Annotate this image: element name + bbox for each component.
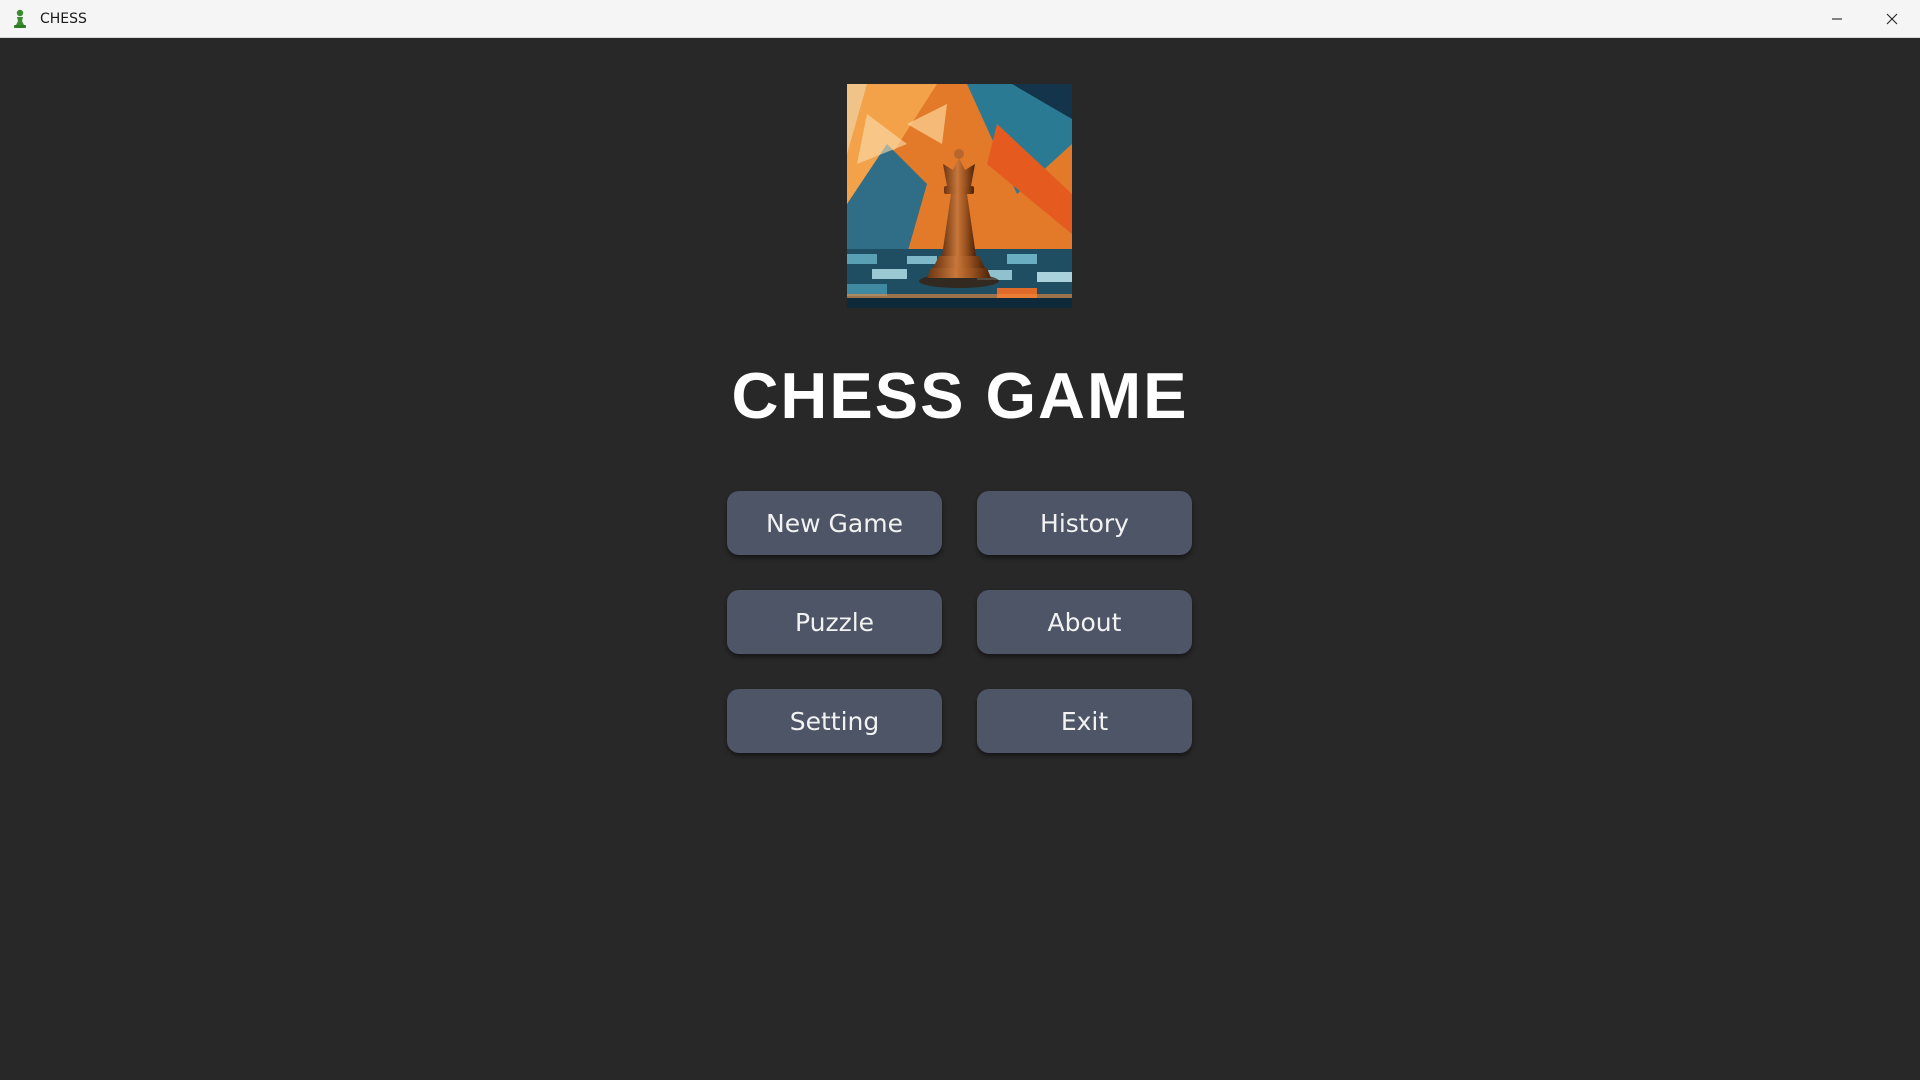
new-game-button[interactable]: New Game	[727, 491, 942, 555]
puzzle-button[interactable]: Puzzle	[727, 590, 942, 654]
window-title: CHESS	[40, 11, 87, 27]
close-icon	[1886, 10, 1898, 29]
about-button[interactable]: About	[977, 590, 1192, 654]
close-button[interactable]	[1864, 0, 1920, 38]
page-title: CHESS GAME	[731, 359, 1189, 432]
hero-image	[847, 84, 1072, 308]
minimize-icon	[1831, 10, 1843, 29]
history-button[interactable]: History	[977, 491, 1192, 555]
title-bar[interactable]: CHESS	[0, 0, 1920, 38]
setting-button[interactable]: Setting	[727, 689, 942, 753]
main-content: CHESS GAME New Game History Puzzle About…	[0, 38, 1920, 1080]
green-pawn-icon	[11, 9, 29, 29]
minimize-button[interactable]	[1809, 0, 1865, 38]
queen-artwork	[847, 84, 1072, 308]
app-window: CHESS CHESS GAME New Game History Puzzle…	[0, 0, 1920, 1080]
exit-button[interactable]: Exit	[977, 689, 1192, 753]
